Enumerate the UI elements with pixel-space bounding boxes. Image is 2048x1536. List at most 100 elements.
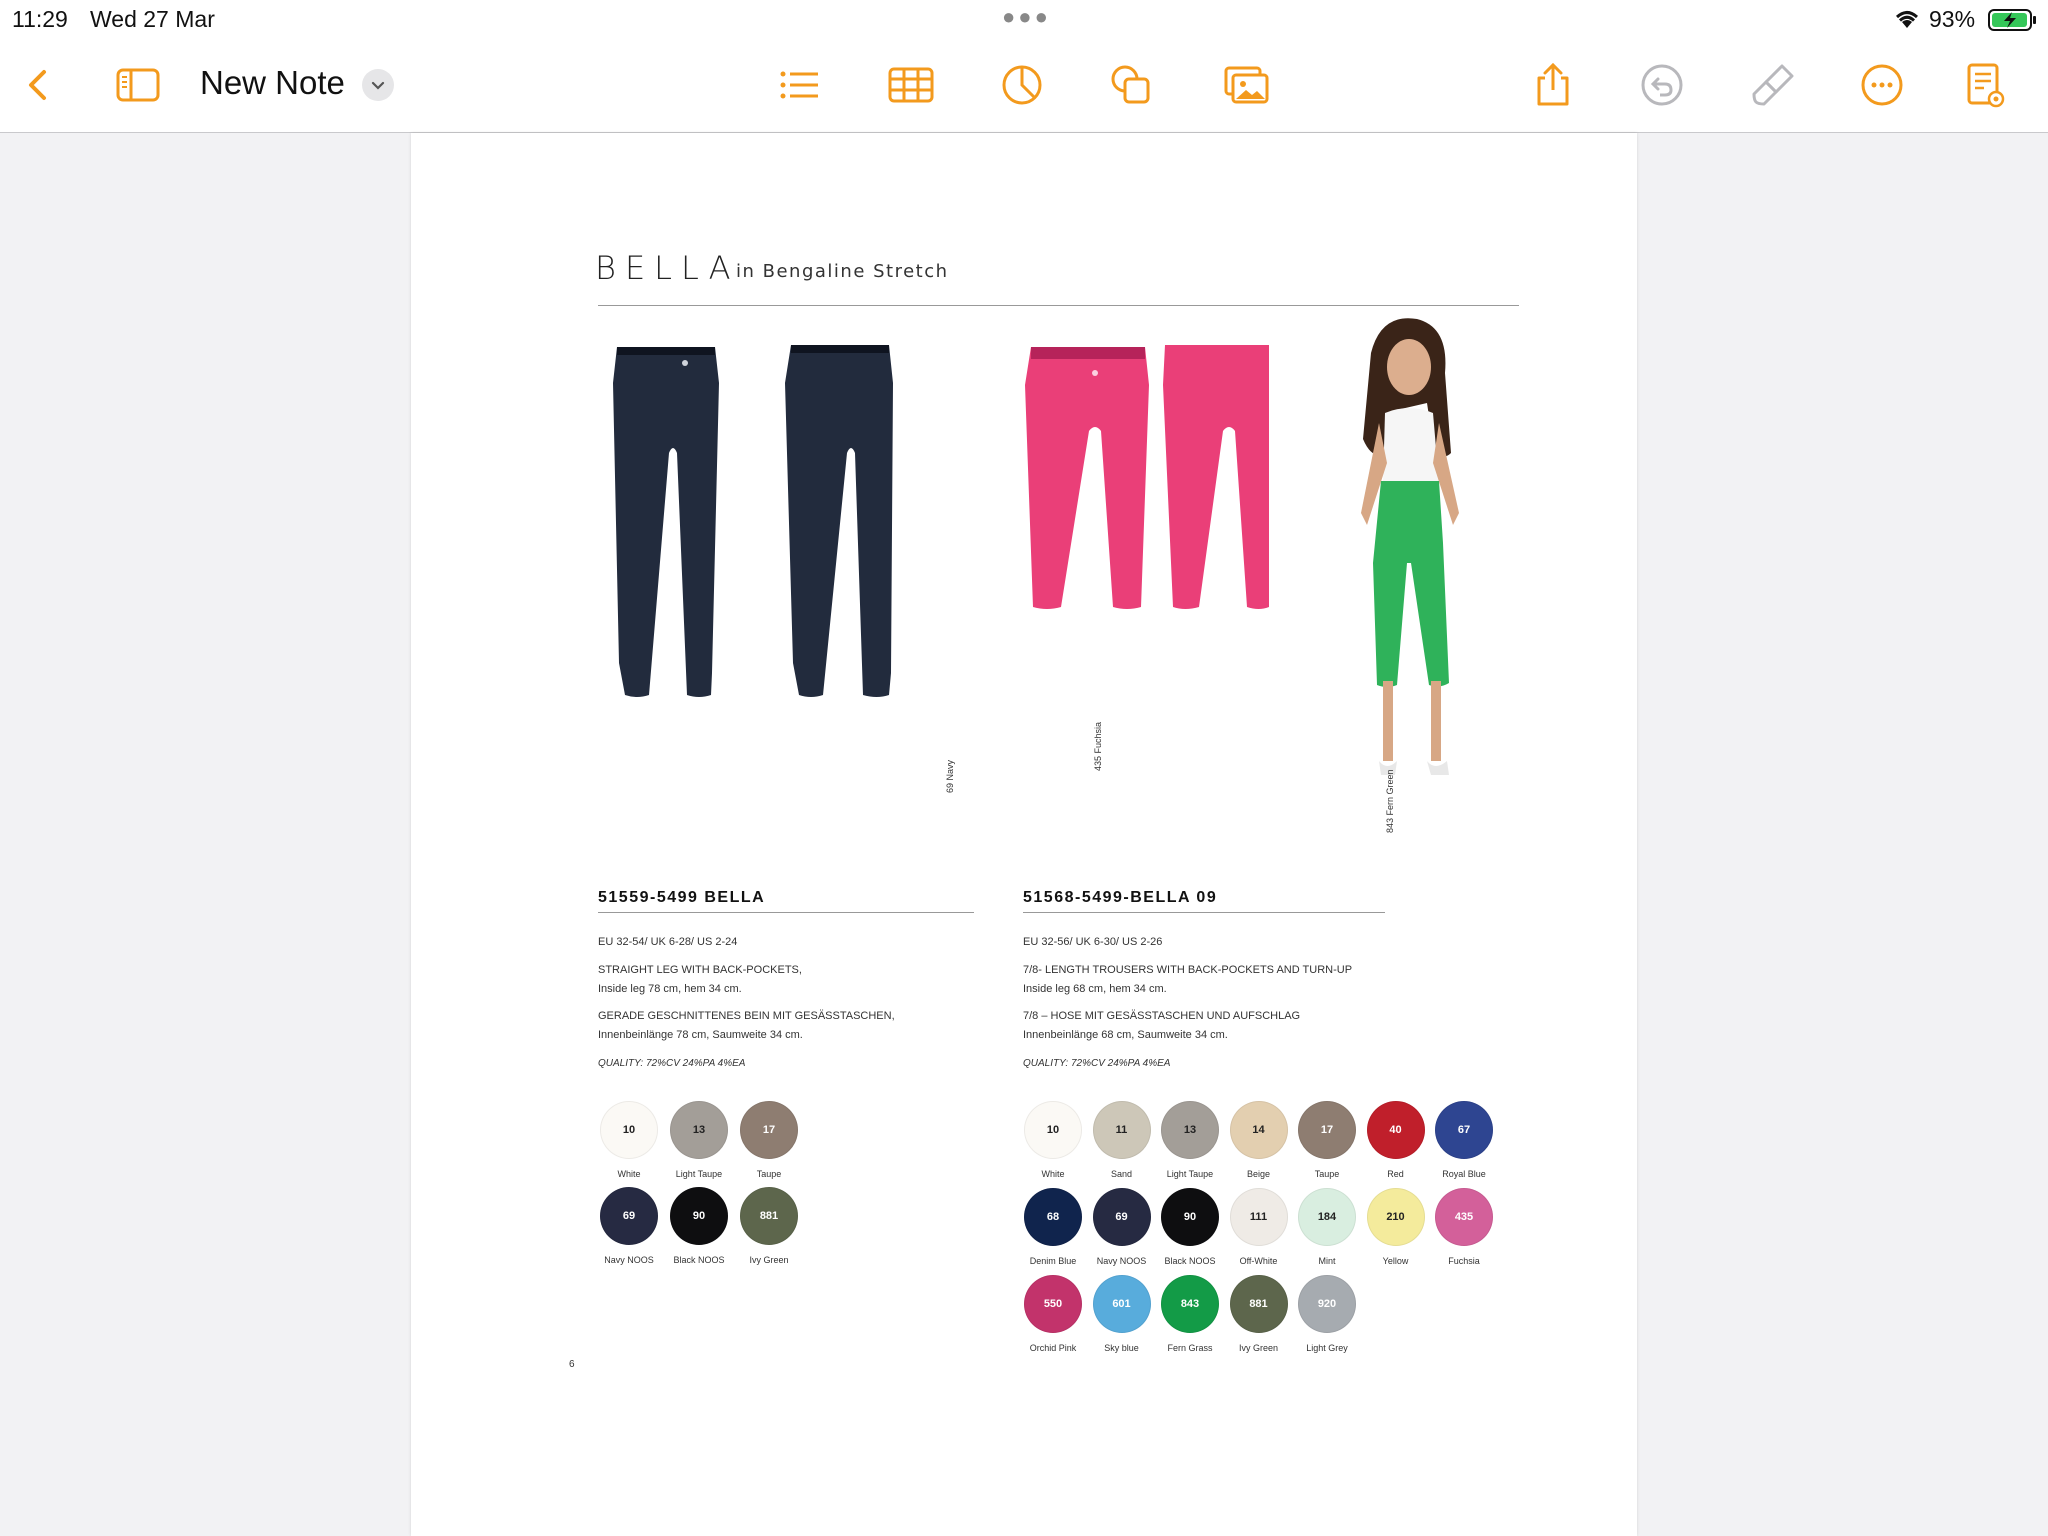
color-swatch: 90 Black NOOS bbox=[1161, 1188, 1219, 1266]
fuchsia-trousers-photo bbox=[1025, 345, 1269, 609]
product2-desc-en-1: 7/8- LENGTH TROUSERS WITH BACK-POCKETS A… bbox=[1023, 964, 1353, 976]
header-rule bbox=[598, 305, 1519, 306]
sidebar-toggle-icon[interactable] bbox=[113, 60, 163, 110]
color-swatch: 13 Light Taupe bbox=[1161, 1101, 1219, 1179]
table-icon[interactable] bbox=[886, 60, 936, 110]
swatch-circle: 67 bbox=[1435, 1101, 1493, 1159]
product1-rule bbox=[598, 912, 974, 913]
shapes-icon[interactable] bbox=[1106, 60, 1156, 110]
swatch-name: Royal Blue bbox=[1442, 1169, 1486, 1179]
note-title[interactable]: New Note bbox=[200, 64, 345, 102]
media-gallery-icon[interactable] bbox=[1222, 60, 1272, 110]
reader-view-icon[interactable] bbox=[1960, 60, 2010, 110]
product1-desc-en-2: Inside leg 78 cm, hem 34 cm. bbox=[598, 983, 742, 995]
battery-percentage: 93% bbox=[1929, 6, 1976, 32]
color-swatch: 17 Taupe bbox=[1298, 1101, 1356, 1179]
color-swatch: 601 Sky blue bbox=[1092, 1275, 1151, 1353]
swatch-circle: 11 bbox=[1092, 1101, 1151, 1159]
product2-desc-de-1: 7/8 – HOSE MIT GESÄSSTASCHEN UND AUFSCHL… bbox=[1023, 1010, 1301, 1022]
more-options-icon[interactable] bbox=[1857, 60, 1907, 110]
photo-label-fuchsia: 435 Fuchsia bbox=[1093, 721, 1103, 771]
swatch-circle: 843 bbox=[1161, 1275, 1219, 1333]
color-swatch: 111 Off-White bbox=[1229, 1188, 1288, 1266]
swatch-circle: 550 bbox=[1024, 1275, 1082, 1333]
swatch-circle: 920 bbox=[1298, 1275, 1356, 1333]
swatch-circle: 10 bbox=[1024, 1101, 1082, 1159]
brand-subheading: in Bengaline Stretch bbox=[736, 261, 949, 282]
checklist-format-icon[interactable] bbox=[774, 60, 824, 110]
markup-brush-icon[interactable] bbox=[1748, 60, 1798, 110]
battery-charging-icon bbox=[1988, 8, 2038, 38]
color-swatch: 881 Ivy Green bbox=[740, 1187, 798, 1265]
share-icon[interactable] bbox=[1528, 60, 1578, 110]
status-bar: 11:29 Wed 27 Mar ●●● 93% bbox=[0, 0, 2048, 40]
status-time: 11:29 bbox=[12, 6, 68, 32]
product2-desc-de-2: Innenbeinlänge 68 cm, Saumweite 34 cm. bbox=[1023, 1029, 1228, 1041]
swatch-circle: 40 bbox=[1366, 1101, 1425, 1159]
color-swatch: 10 White bbox=[1024, 1101, 1082, 1179]
color-swatch: 14 Beige bbox=[1229, 1101, 1288, 1179]
navy-trousers-photo bbox=[613, 345, 893, 697]
product2-quality: QUALITY: 72%CV 24%PA 4%EA bbox=[1023, 1058, 1171, 1069]
swatch-circle: 184 bbox=[1298, 1188, 1356, 1246]
swatch-circle: 17 bbox=[740, 1101, 798, 1159]
product2-desc-en-2: Inside leg 68 cm, hem 34 cm. bbox=[1023, 983, 1167, 995]
color-swatch: 550 Orchid Pink bbox=[1024, 1275, 1082, 1353]
product1-desc-de-2: Innenbeinlänge 78 cm, Saumweite 34 cm. bbox=[598, 1029, 803, 1041]
swatch-circle: 881 bbox=[1229, 1275, 1288, 1333]
pie-chart-icon[interactable] bbox=[997, 60, 1047, 110]
swatch-circle: 69 bbox=[1092, 1188, 1151, 1246]
multitasking-dots-icon[interactable]: ●●● bbox=[1002, 4, 1051, 30]
product1-desc-en-1: STRAIGHT LEG WITH BACK-POCKETS, bbox=[598, 964, 802, 976]
color-swatch: 11 Sand bbox=[1092, 1101, 1151, 1179]
color-swatch: 10 White bbox=[600, 1101, 658, 1179]
swatch-circle: 10 bbox=[600, 1101, 658, 1159]
color-swatch: 13 Light Taupe bbox=[670, 1101, 728, 1179]
swatch-name: Taupe bbox=[756, 1169, 782, 1179]
product1-desc-de-1: GERADE GESCHNITTENES BEIN MIT GESÄSSTASC… bbox=[598, 1010, 895, 1022]
page-number: 6 bbox=[569, 1359, 575, 1370]
color-swatch: 435 Fuchsia bbox=[1435, 1188, 1493, 1266]
swatch-circle: 111 bbox=[1229, 1188, 1288, 1246]
back-chevron-icon[interactable] bbox=[14, 60, 64, 110]
status-date: Wed 27 Mar bbox=[90, 6, 215, 32]
swatch-circle: 435 bbox=[1435, 1188, 1493, 1246]
color-swatch: 920 Light Grey bbox=[1298, 1275, 1356, 1353]
swatch-name: Ivy Green bbox=[749, 1255, 789, 1265]
swatch-circle: 68 bbox=[1024, 1188, 1082, 1246]
color-swatch: 90 Black NOOS bbox=[670, 1187, 728, 1265]
swatch-circle: 13 bbox=[1161, 1101, 1219, 1159]
swatch-circle: 90 bbox=[670, 1187, 728, 1245]
color-swatch: 40 Red bbox=[1366, 1101, 1425, 1179]
product1-sizes: EU 32-54/ UK 6-28/ US 2-24 bbox=[598, 936, 738, 948]
color-swatch: 67 Royal Blue bbox=[1435, 1101, 1493, 1179]
product1-title: 51559-5499 BELLA bbox=[598, 889, 766, 906]
title-menu-chevron-icon[interactable] bbox=[362, 69, 394, 101]
color-swatch: 843 Fern Grass bbox=[1161, 1275, 1219, 1353]
photo-label-fern-green: 843 Fern Green bbox=[1385, 769, 1395, 833]
document-canvas[interactable]: BELLA in Bengaline Stretch 69 Navy 435 F… bbox=[0, 133, 2048, 1536]
swatch-circle: 17 bbox=[1298, 1101, 1356, 1159]
color-swatch: 68 Denim Blue bbox=[1024, 1188, 1082, 1266]
wifi-icon bbox=[1893, 8, 1921, 36]
color-swatch: 17 Taupe bbox=[740, 1101, 798, 1179]
product1-quality: QUALITY: 72%CV 24%PA 4%EA bbox=[598, 1058, 746, 1069]
swatch-name: Light Grey bbox=[1306, 1343, 1348, 1353]
color-swatch: 210 Yellow bbox=[1366, 1188, 1425, 1266]
photo-label-navy: 69 Navy bbox=[945, 759, 955, 793]
product2-sizes: EU 32-56/ UK 6-30/ US 2-26 bbox=[1023, 936, 1163, 948]
pdf-page: BELLA in Bengaline Stretch 69 Navy 435 F… bbox=[411, 133, 1637, 1536]
swatch-circle: 210 bbox=[1366, 1188, 1425, 1246]
product2-title: 51568-5499-BELLA 09 bbox=[1023, 889, 1218, 906]
color-swatch: 184 Mint bbox=[1298, 1188, 1356, 1266]
product2-rule bbox=[1023, 912, 1385, 913]
swatch-circle: 14 bbox=[1229, 1101, 1288, 1159]
swatch-circle: 881 bbox=[740, 1187, 798, 1245]
color-swatch: 69 Navy NOOS bbox=[600, 1187, 658, 1265]
undo-icon[interactable] bbox=[1637, 60, 1687, 110]
swatch-name: Fuchsia bbox=[1448, 1256, 1480, 1266]
swatch-circle: 13 bbox=[670, 1101, 728, 1159]
brand-heading: BELLA bbox=[595, 249, 740, 287]
swatch-circle: 601 bbox=[1092, 1275, 1151, 1333]
swatch-circle: 69 bbox=[600, 1187, 658, 1245]
